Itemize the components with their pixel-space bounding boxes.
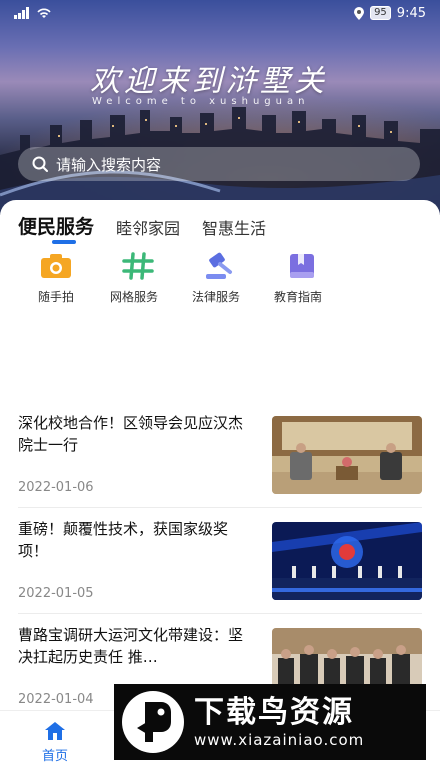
signal-icon — [14, 7, 29, 19]
service-education[interactable]: 教育指南 — [264, 252, 346, 305]
book-icon — [286, 252, 318, 280]
camera-icon — [40, 252, 72, 280]
hero-subtitle: Welcome to xushuguan — [92, 96, 310, 107]
service-label: 网格服务 — [110, 290, 159, 304]
news-thumbnail-meeting-image[interactable] — [272, 416, 422, 494]
nav-label: 首页 — [41, 749, 68, 764]
search-bar[interactable]: 请输入搜索内容 — [18, 147, 420, 181]
watermark-overlay: 下载鸟资源 www.xiazainiao.com — [114, 684, 426, 760]
search-input[interactable]: 请输入搜索内容 — [56, 154, 161, 175]
status-right: 95 9:45 — [354, 6, 426, 21]
service-label: 教育指南 — [274, 290, 323, 304]
news-date: 2022-01-06 — [18, 480, 94, 495]
news-title[interactable]: 深化校地合作！区领导会见应汉杰院士一行 — [18, 412, 248, 456]
tab-neighborhood[interactable]: 睦邻家园 — [116, 215, 180, 243]
watermark-title: 下载鸟资源 — [194, 695, 354, 730]
grid-icon — [122, 252, 154, 280]
search-icon — [32, 156, 48, 172]
service-grid-management[interactable]: 网格服务 — [100, 252, 182, 305]
clock: 9:45 — [396, 5, 426, 21]
news-date: 2022-01-04 — [18, 692, 94, 707]
status-bar: 95 9:45 — [0, 0, 440, 26]
news-thumbnail-award-stage-image[interactable] — [272, 522, 422, 600]
hero-banner: 95 9:45 欢迎来到浒墅关 Welcome to xushuguan 请输入… — [0, 0, 440, 215]
tab-smart-life[interactable]: 智惠生活 — [202, 215, 266, 243]
wifi-icon — [37, 8, 51, 18]
news-title[interactable]: 重磅！颠覆性技术，获国家级奖项！ — [18, 518, 248, 562]
tab-indicator — [52, 240, 76, 244]
watermark-text: 下载鸟资源 www.xiazainiao.com — [194, 695, 364, 749]
location-icon — [354, 6, 365, 20]
tab-bar: 便民服务 睦邻家园 智惠生活 — [18, 212, 266, 243]
battery-indicator: 95 — [370, 6, 391, 20]
service-label: 随手拍 — [38, 290, 75, 304]
watermark-url: www.xiazainiao.com — [194, 731, 365, 749]
news-item[interactable]: 重磅！颠覆性技术，获国家级奖项！ 2022-01-05 — [18, 508, 422, 614]
service-label: 法律服务 — [192, 290, 241, 304]
service-grid: 随手拍 网格服务 法律服务 教育指南 — [18, 252, 346, 305]
gavel-icon — [204, 252, 236, 280]
news-item[interactable]: 深化校地合作！区领导会见应汉杰院士一行 2022-01-06 — [18, 402, 422, 508]
news-date: 2022-01-05 — [18, 586, 94, 601]
nav-home[interactable]: 首页 — [0, 711, 110, 770]
bird-logo-icon — [122, 691, 184, 753]
hero-title: 欢迎来到浒墅关 — [90, 64, 328, 99]
service-legal[interactable]: 法律服务 — [182, 252, 264, 305]
news-list: 深化校地合作！区领导会见应汉杰院士一行 2022-01-06 重磅！颠覆性技术，… — [0, 402, 440, 720]
news-title[interactable]: 曹路宝调研大运河文化带建设：坚决扛起历史责任 推… — [18, 624, 248, 668]
service-snapshot[interactable]: 随手拍 — [18, 252, 100, 305]
status-left — [14, 7, 52, 19]
tab-convenience-services[interactable]: 便民服务 — [18, 212, 94, 243]
home-icon — [45, 722, 65, 740]
